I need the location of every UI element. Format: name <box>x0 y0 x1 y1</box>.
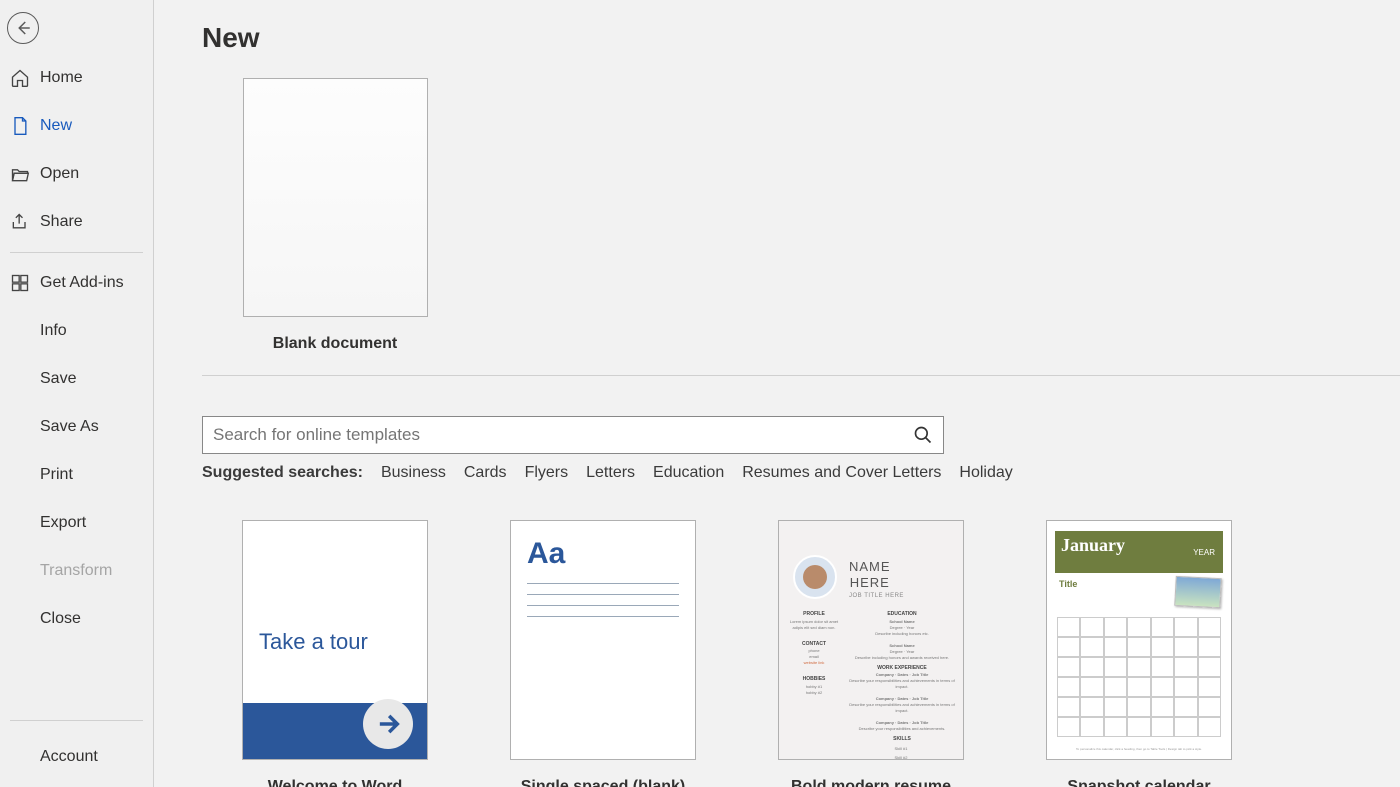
template-thumbnail: Take a tour <box>242 520 428 760</box>
tour-text: Take a tour <box>259 629 368 655</box>
home-icon <box>10 68 30 88</box>
photo-icon <box>1174 576 1222 608</box>
suggested-cards[interactable]: Cards <box>464 464 507 482</box>
template-single-spaced[interactable]: Aa Single spaced (blank) <box>508 520 698 787</box>
resume-name: NAME HERE <box>849 559 891 590</box>
sidebar-item-info[interactable]: Info <box>0 307 153 355</box>
template-label: Welcome to Word <box>240 778 430 787</box>
sidebar-item-transform: Transform <box>0 547 153 595</box>
sidebar-item-share[interactable]: Share <box>0 198 153 246</box>
resume-right-column: EDUCATIONSchool NameDegree · YearDescrib… <box>849 607 955 760</box>
calendar-footnote: To personalize this calendar, click a he… <box>1057 747 1221 751</box>
sidebar-item-label: Account <box>40 748 98 766</box>
avatar-icon <box>793 555 837 599</box>
template-search[interactable] <box>202 416 944 454</box>
sidebar-item-new[interactable]: New <box>0 102 153 150</box>
template-label: Blank document <box>240 335 430 353</box>
sidebar-item-label: Save As <box>40 418 99 436</box>
sidebar-item-save[interactable]: Save <box>0 355 153 403</box>
template-thumbnail: January YEAR Title To personalize this c… <box>1046 520 1232 760</box>
resume-job: JOB TITLE HERE <box>849 593 904 599</box>
sidebar-item-label: Print <box>40 466 73 484</box>
divider <box>202 375 1400 376</box>
template-thumbnail: NAME HERE JOB TITLE HERE PROFILELorem ip… <box>778 520 964 760</box>
arrow-left-icon <box>14 19 32 37</box>
sidebar-item-get-addins[interactable]: Get Add-ins <box>0 259 153 307</box>
sidebar-item-save-as[interactable]: Save As <box>0 403 153 451</box>
folder-open-icon <box>10 164 30 184</box>
document-icon <box>10 116 30 136</box>
template-label: Snapshot calendar <box>1044 778 1234 787</box>
sidebar-item-home[interactable]: Home <box>0 54 153 102</box>
addins-icon <box>10 273 30 293</box>
backstage-sidebar: Home New Open Share Get Add-ins Info Sav… <box>0 0 154 787</box>
template-grid: Take a tour Welcome to Word Aa Single sp… <box>240 520 1400 787</box>
sidebar-item-label: Get Add-ins <box>40 274 124 292</box>
sidebar-item-label: Share <box>40 213 83 231</box>
sidebar-item-close[interactable]: Close <box>0 595 153 643</box>
template-bold-modern-resume[interactable]: NAME HERE JOB TITLE HERE PROFILELorem ip… <box>776 520 966 787</box>
calendar-grid <box>1057 617 1221 737</box>
calendar-title: Title <box>1059 579 1077 589</box>
template-label: Bold modern resume <box>776 778 966 787</box>
template-label: Single spaced (blank) <box>508 778 698 787</box>
sidebar-item-label: New <box>40 117 72 135</box>
sidebar-separator <box>10 720 143 721</box>
search-button[interactable] <box>907 419 939 451</box>
template-snapshot-calendar[interactable]: January YEAR Title To personalize this c… <box>1044 520 1234 787</box>
suggested-education[interactable]: Education <box>653 464 724 482</box>
sidebar-item-label: Info <box>40 322 67 340</box>
sidebar-item-print[interactable]: Print <box>0 451 153 499</box>
search-icon <box>913 425 933 445</box>
sidebar-item-open[interactable]: Open <box>0 150 153 198</box>
template-welcome-to-word[interactable]: Take a tour Welcome to Word <box>240 520 430 787</box>
sidebar-separator <box>10 252 143 253</box>
sidebar-item-label: Transform <box>40 562 112 580</box>
suggested-business[interactable]: Business <box>381 464 446 482</box>
suggested-resumes[interactable]: Resumes and Cover Letters <box>742 464 941 482</box>
page-title: New <box>202 22 1400 54</box>
template-blank-document[interactable]: Blank document <box>240 78 430 353</box>
calendar-year: YEAR <box>1193 548 1215 557</box>
aa-text: Aa <box>527 537 565 571</box>
share-icon <box>10 212 30 232</box>
sidebar-item-label: Close <box>40 610 81 628</box>
sidebar-item-export[interactable]: Export <box>0 499 153 547</box>
sidebar-item-label: Open <box>40 165 79 183</box>
resume-left-column: PROFILELorem ipsum dolor sit amet adipis… <box>787 607 841 696</box>
lines-decoration <box>527 583 679 627</box>
suggested-label: Suggested searches: <box>202 464 363 482</box>
sidebar-item-label: Save <box>40 370 76 388</box>
calendar-month: January <box>1061 535 1125 556</box>
calendar-header: January YEAR <box>1055 531 1223 573</box>
suggested-holiday[interactable]: Holiday <box>959 464 1012 482</box>
template-thumbnail: Aa <box>510 520 696 760</box>
main-pane: New Blank document Suggested searches: B… <box>154 0 1400 787</box>
suggested-letters[interactable]: Letters <box>586 464 635 482</box>
suggested-flyers[interactable]: Flyers <box>525 464 569 482</box>
back-button[interactable] <box>7 12 39 44</box>
blank-document-thumbnail <box>243 78 428 317</box>
suggested-searches: Suggested searches: Business Cards Flyer… <box>202 464 1400 482</box>
sidebar-item-label: Export <box>40 514 86 532</box>
template-search-input[interactable] <box>213 425 907 445</box>
sidebar-item-label: Home <box>40 69 83 87</box>
arrow-right-icon <box>363 699 413 749</box>
sidebar-item-account[interactable]: Account <box>0 727 153 787</box>
